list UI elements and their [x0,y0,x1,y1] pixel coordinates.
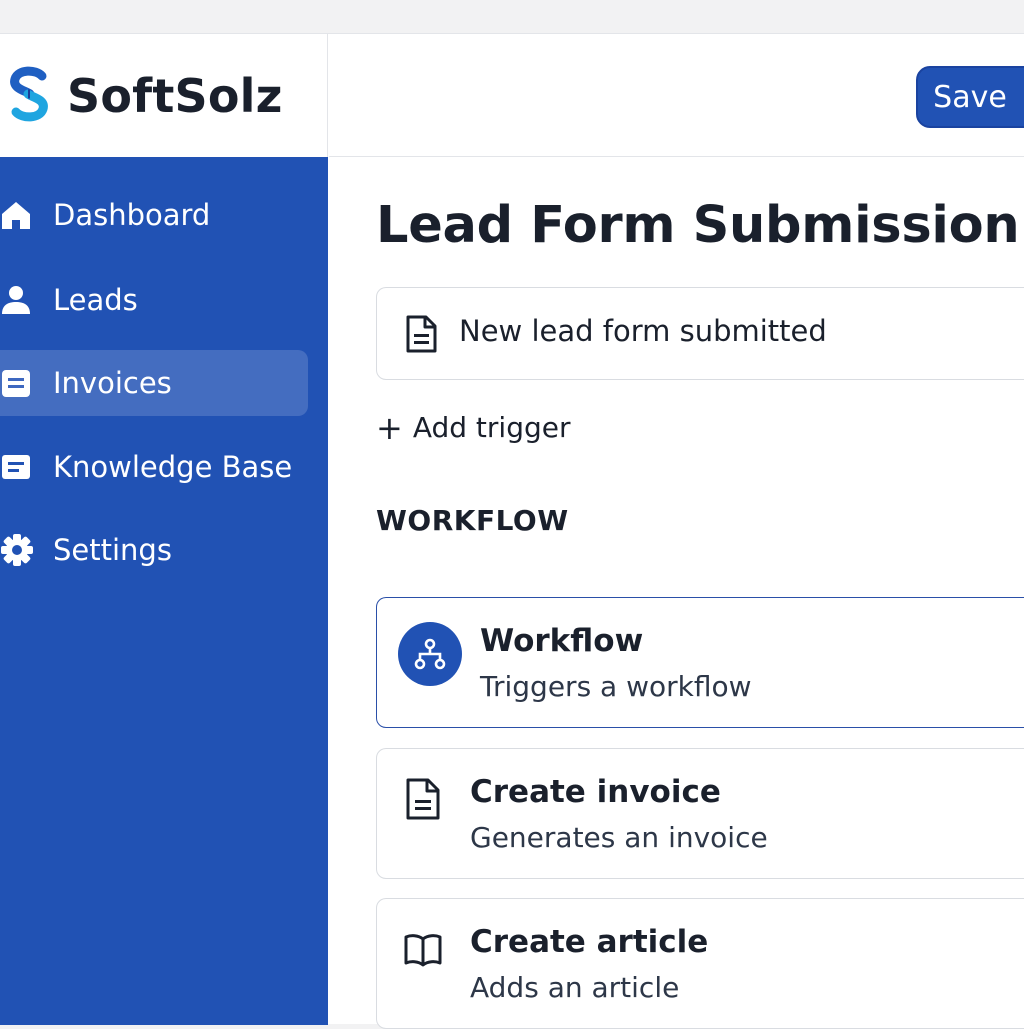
main-content: Lead Form Submission New lead form submi… [329,158,1024,1029]
home-icon [0,198,34,232]
action-title: Create invoice [470,774,721,810]
plus-icon: + [376,408,403,447]
sidebar-item-label: Leads [53,283,138,317]
action-title: Create article [470,924,709,960]
document-icon [0,366,34,400]
workflow-section-heading: WORKFLOW [376,504,569,537]
brand-name: SoftSolz [67,69,283,123]
sidebar: Dashboard Leads Invoices Knowledge Base [0,157,328,1025]
top-bar: Save [329,34,1024,157]
add-trigger-button[interactable]: + Add trigger [376,411,570,444]
sidebar-item-label: Settings [53,533,172,567]
book-icon [404,934,442,967]
page-title: Lead Form Submission [376,196,1020,255]
action-card-create-invoice[interactable]: Create invoice Generates an invoice [376,748,1024,879]
file-icon [406,778,440,820]
action-card-create-article[interactable]: Create article Adds an article [376,898,1024,1029]
document-icon [0,450,34,484]
sidebar-item-label: Dashboard [53,198,211,232]
action-title: Workflow [480,623,644,659]
action-description: Triggers a workflow [480,670,752,703]
brand-header: SoftSolz [0,34,328,157]
sidebar-item-settings[interactable]: Settings [0,517,308,583]
user-icon [0,283,34,317]
sidebar-item-dashboard[interactable]: Dashboard [0,182,308,248]
add-trigger-label: Add trigger [412,411,571,444]
sidebar-item-invoices[interactable]: Invoices [0,350,308,416]
action-card-workflow[interactable]: Workflow Triggers a workflow [376,597,1024,728]
trigger-label: New lead form submitted [459,314,827,348]
action-description: Adds an article [470,971,680,1004]
softsolz-logo-icon [10,66,48,122]
gear-icon [0,533,34,567]
trigger-card[interactable]: New lead form submitted [376,287,1024,380]
save-button[interactable]: Save [916,66,1024,128]
sidebar-item-knowledge-base[interactable]: Knowledge Base [0,434,308,500]
action-description: Generates an invoice [470,821,768,854]
document-icon [406,315,437,353]
sidebar-item-leads[interactable]: Leads [0,267,308,333]
app-window: SoftSolz Dashboard Leads Invoices Knowle… [0,33,1024,1029]
workflow-icon [398,622,462,686]
sidebar-item-label: Invoices [53,366,172,400]
sidebar-item-label: Knowledge Base [53,450,293,484]
